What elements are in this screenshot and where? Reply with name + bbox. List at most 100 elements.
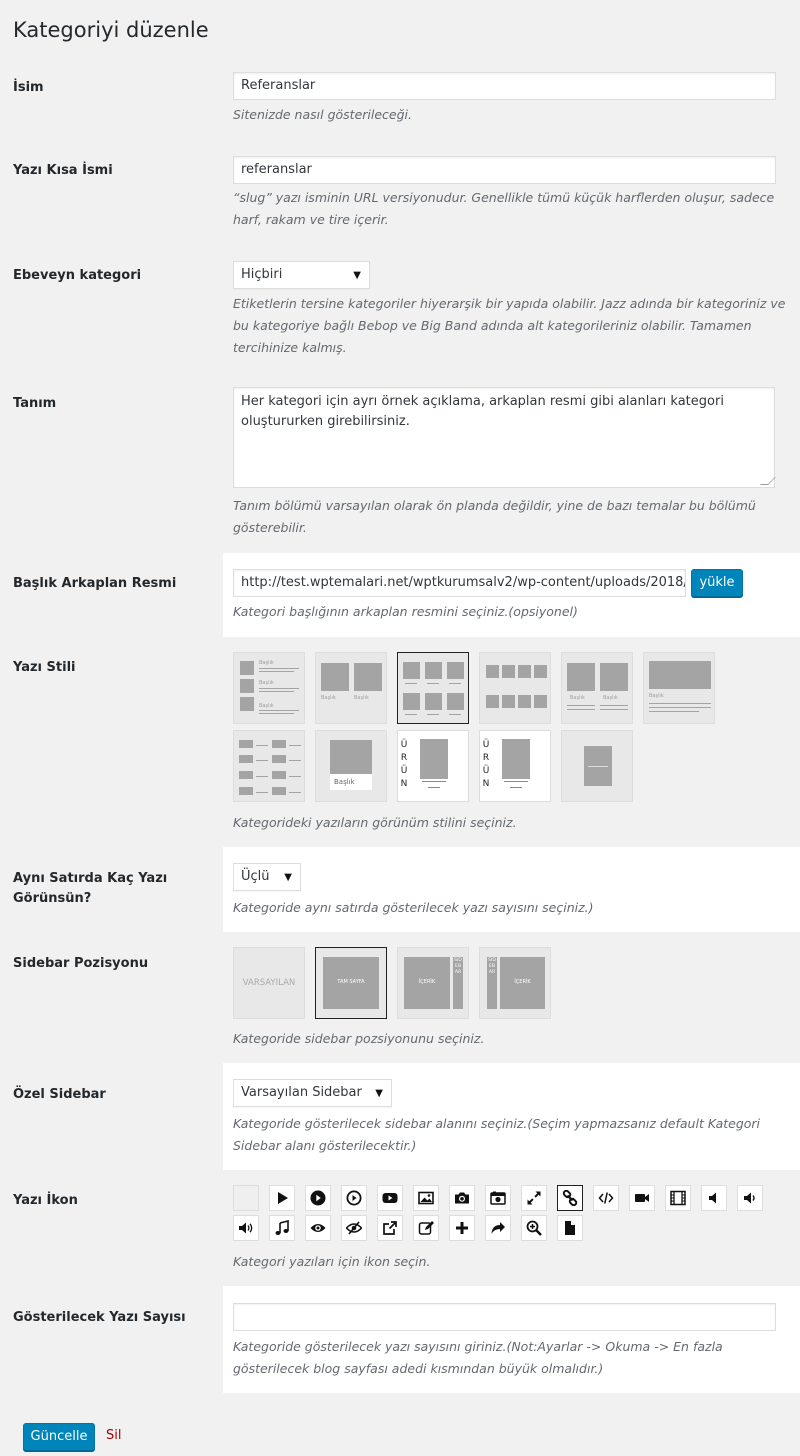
camera-icon [454,1190,470,1206]
icon-option-expand[interactable] [521,1185,547,1211]
icon-option-video-camera[interactable] [629,1185,655,1211]
eye-icon [310,1220,326,1236]
custom-sidebar-label: Özel Sidebar [13,1087,106,1102]
sidebar-option-full-page[interactable]: TAM SAYFA [315,947,387,1019]
icon-option-eye[interactable] [305,1215,331,1241]
icon-option-camera-retro[interactable] [485,1185,511,1211]
expand-icon [526,1190,542,1206]
header-bg-input[interactable]: http://test.wptemalari.net/wptkurumsalv2… [233,569,686,597]
play-circle-icon [310,1190,326,1206]
sidebar-option-right[interactable]: İÇERİK SIDEBAR [397,947,469,1019]
style-option-small-list[interactable] [233,730,305,802]
parent-label: Ebeveyn kategori [13,268,142,283]
icon-option-eye-slash[interactable] [341,1215,367,1241]
sidebar-option-left[interactable]: SIDEBAR İÇERİK [479,947,551,1019]
icon-option-camera[interactable] [449,1185,475,1211]
icon-option-volume-up[interactable] [233,1215,259,1241]
post-count-input[interactable] [233,1303,776,1331]
post-style-desc: Kategorideki yazıların görünüm stilini s… [233,815,517,830]
link-icon [562,1190,578,1206]
post-icon-label: Yazı İkon [13,1193,78,1208]
style-option-four-col[interactable] [479,652,551,724]
icon-option-external-link[interactable] [377,1215,403,1241]
play-outline-icon [346,1190,362,1206]
style-option-product-2[interactable]: ÜRÜN [479,730,551,802]
icon-option-link[interactable] [557,1185,583,1211]
per-row-band [223,847,800,932]
description-textarea[interactable]: Her kategori için ayrı örnek açıklama, a… [233,387,776,488]
slug-input[interactable]: referanslar [233,156,776,184]
music-icon [274,1220,290,1236]
edit-icon [418,1220,434,1236]
style-option-product[interactable]: ÜRÜN [397,730,469,802]
slug-label: Yazı Kısa İsmi [13,163,113,178]
style-option-three-col[interactable] [397,652,469,724]
image-icon [418,1190,434,1206]
volume-off-icon [706,1190,722,1206]
custom-sidebar-select[interactable]: Varsayılan Sidebar ▼ [233,1079,392,1107]
icon-option-plus[interactable] [449,1215,475,1241]
icon-option-play-outline[interactable] [341,1185,367,1211]
per-row-select[interactable]: Üçlü ▼ [233,863,301,891]
sidebar-pos-label: Sidebar Pozisyonu [13,956,149,971]
update-button[interactable]: Güncelle [23,1423,95,1451]
name-input[interactable]: Referanslar [233,72,776,100]
dropdown-arrow-icon: ▼ [375,1088,383,1099]
icon-option-music[interactable] [269,1215,295,1241]
post-icon-desc: Kategori yazıları için ikon seçin. [233,1254,431,1269]
style-option-overlay[interactable]: Başlık [315,730,387,802]
custom-sidebar-select-value: Varsayılan Sidebar [241,1085,362,1100]
post-count-desc: Kategoride gösterilecek yazı sayısını gi… [233,1339,723,1376]
icon-option-youtube[interactable] [377,1185,403,1211]
sidebar-option-default[interactable]: VARSAYILAN [233,947,305,1019]
delete-link[interactable]: Sil [106,1428,121,1443]
icon-option-play-circle[interactable] [305,1185,331,1211]
custom-sidebar-desc: Kategoride gösterilecek sidebar alanını … [233,1116,761,1153]
header-bg-label: Başlık Arkaplan Resmi [13,576,177,591]
per-row-label: Aynı Satırda Kaç Yazı Görünsün? [13,871,168,906]
icon-option-edit[interactable] [413,1215,439,1241]
dropdown-arrow-icon: ▼ [353,270,361,281]
description-desc: Tanım bölümü varsayılan olarak ön planda… [233,498,756,535]
plus-icon [454,1220,470,1236]
page-title: Kategoriyi düzenle [13,18,209,42]
style-option-list[interactable]: Başlık Başlık Başlık [233,652,305,724]
file-icon [562,1220,578,1236]
icon-option-none[interactable] [233,1185,259,1211]
zoom-in-icon [526,1220,542,1236]
video-camera-icon [634,1190,650,1206]
parent-select[interactable]: Hiçbiri ▼ [233,261,370,289]
upload-button[interactable]: yükle [691,569,743,597]
icon-option-share[interactable] [485,1215,511,1241]
youtube-icon [382,1190,398,1206]
style-option-two-col-excerpt[interactable]: Başlık Başlık [561,652,633,724]
icon-option-volume-off[interactable] [701,1185,727,1211]
icon-option-image[interactable] [413,1185,439,1211]
eye-slash-icon [346,1220,362,1236]
volume-up-icon [238,1220,254,1236]
style-option-single[interactable] [561,730,633,802]
parent-desc: Etiketlerin tersine kategoriler hiyerarş… [233,296,786,355]
name-desc: Sitenizde nasıl gösterileceği. [233,107,412,122]
style-option-full-width[interactable]: Başlık [643,652,715,724]
resize-grip-icon[interactable] [760,477,776,485]
description-label: Tanım [13,396,57,411]
volume-down-icon [742,1190,758,1206]
slug-desc: “slug” yazı isminin URL versiyonudur. Ge… [233,190,775,227]
play-icon [274,1190,290,1206]
style-option-two-col[interactable]: Başlık Başlık [315,652,387,724]
per-row-select-value: Üçlü [241,869,270,884]
icon-option-code[interactable] [593,1185,619,1211]
post-count-label: Gösterilecek Yazı Sayısı [13,1310,186,1325]
post-style-label: Yazı Stili [13,660,76,675]
dropdown-arrow-icon: ▼ [284,872,292,883]
icon-option-play[interactable] [269,1185,295,1211]
code-icon [598,1190,614,1206]
icon-option-zoom-in[interactable] [521,1215,547,1241]
icon-option-file[interactable] [557,1215,583,1241]
share-icon [490,1220,506,1236]
description-text: Her kategori için ayrı örnek açıklama, a… [241,394,724,429]
icon-option-film[interactable] [665,1185,691,1211]
film-icon [670,1190,686,1206]
icon-option-volume-down[interactable] [737,1185,763,1211]
